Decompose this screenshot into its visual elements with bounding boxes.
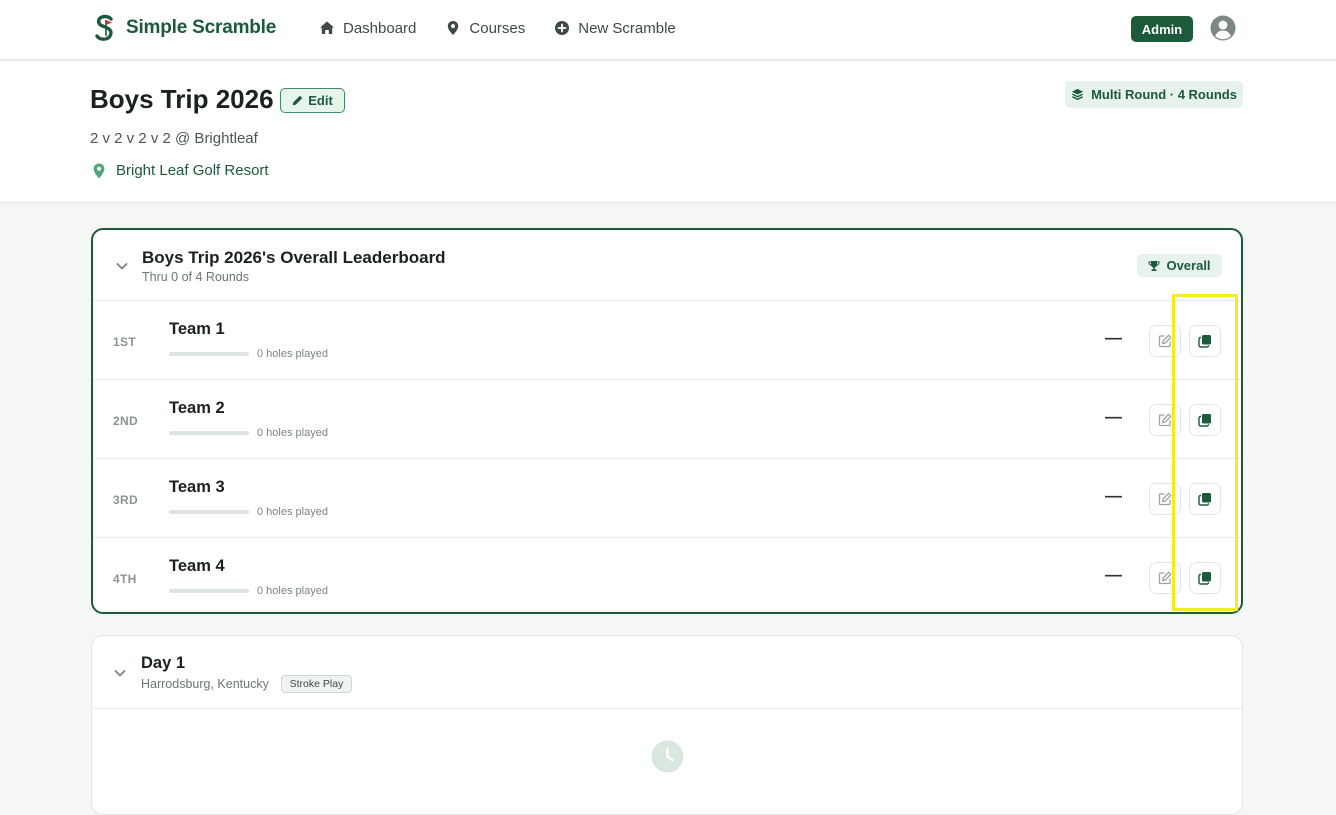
nav-link-dashboard[interactable]: Dashboard (319, 20, 416, 37)
map-pin-icon (93, 163, 105, 178)
team-row: 3RD Team 3 0 holes played — (93, 459, 1241, 538)
team-score: — (1105, 486, 1122, 505)
copy-link-button[interactable] (1189, 404, 1221, 436)
brand-logo-icon (95, 14, 113, 41)
edit-square-icon (1158, 492, 1172, 506)
multi-round-badge: Multi Round · 4 Rounds (1065, 81, 1243, 108)
edit-scores-button[interactable] (1149, 325, 1181, 357)
team-row: 4TH Team 4 0 holes played — (93, 538, 1241, 612)
chevron-down-icon[interactable] (113, 666, 127, 680)
event-header: Boys Trip 2026 Edit 2 v 2 v 2 v 2 @ Brig… (0, 61, 1336, 203)
clock-icon (651, 740, 684, 773)
holes-played: 0 holes played (257, 585, 328, 597)
edit-event-label: Edit (308, 93, 333, 108)
nav-link-courses[interactable]: Courses (445, 20, 525, 37)
copy-icon (1198, 493, 1211, 506)
copy-link-button[interactable] (1189, 562, 1221, 594)
admin-badge: Admin (1131, 16, 1193, 42)
copy-icon (1198, 414, 1211, 427)
holes-progress-bar (169, 431, 249, 435)
copy-icon (1198, 335, 1211, 348)
team-score: — (1105, 565, 1122, 584)
edit-scores-button[interactable] (1149, 562, 1181, 594)
round-title: Day 1 (141, 654, 186, 672)
team-row: 2ND Team 2 0 holes played — (93, 380, 1241, 459)
overall-badge-label: Overall (1166, 258, 1211, 273)
team-score: — (1105, 407, 1122, 426)
copy-icon (1198, 572, 1211, 585)
home-icon (320, 21, 334, 34)
plus-circle-icon (555, 21, 570, 35)
chevron-down-icon[interactable] (115, 259, 129, 273)
holes-played: 0 holes played (257, 427, 328, 439)
edit-event-button[interactable]: Edit (280, 88, 345, 113)
holes-played: 0 holes played (257, 348, 328, 360)
brand-name: Simple Scramble (126, 17, 277, 38)
brand[interactable]: Simple Scramble (92, 14, 276, 42)
copy-link-button[interactable] (1189, 325, 1221, 357)
nav-link-label: Courses (469, 19, 526, 37)
overall-leaderboard-card: Boys Trip 2026's Overall Leaderboard Thr… (91, 228, 1243, 614)
layers-icon (1071, 88, 1084, 101)
edit-scores-button[interactable] (1149, 483, 1181, 515)
holes-progress-bar (169, 510, 249, 514)
holes-progress-bar (169, 352, 249, 356)
overall-badge: Overall (1137, 254, 1222, 277)
pencil-icon (292, 95, 303, 106)
leaderboard-subtitle: Thru 0 of 4 Rounds (142, 270, 250, 284)
event-location-link[interactable]: Bright Leaf Golf Resort (92, 162, 269, 179)
copy-link-button[interactable] (1189, 483, 1221, 515)
nav-link-label: New Scramble (578, 19, 676, 37)
multi-round-label: Multi Round · 4 Rounds (1091, 87, 1237, 102)
team-row: 1ST Team 1 0 holes played — (93, 301, 1241, 380)
map-pin-icon (448, 21, 459, 35)
round-header[interactable]: Day 1 Harrodsburg, Kentucky Stroke Play (92, 636, 1242, 709)
edit-square-icon (1158, 413, 1172, 427)
nav-link-new-scramble[interactable]: New Scramble (554, 20, 676, 37)
team-name: Team 2 (169, 399, 225, 417)
event-subtitle: 2 v 2 v 2 v 2 @ Brightleaf (90, 130, 258, 147)
round-location: Harrodsburg, Kentucky (141, 677, 269, 691)
team-rank: 3RD (113, 493, 138, 507)
holes-progress-bar (169, 589, 249, 593)
team-score: — (1105, 328, 1122, 347)
event-location-label: Bright Leaf Golf Resort (116, 162, 269, 179)
round-card-day-1: Day 1 Harrodsburg, Kentucky Stroke Play (91, 635, 1243, 815)
edit-square-icon (1158, 571, 1172, 585)
user-avatar-icon[interactable] (1210, 15, 1236, 41)
leaderboard-title: Boys Trip 2026's Overall Leaderboard (142, 248, 446, 267)
top-navbar: Simple Scramble Dashboard Courses New Sc… (0, 0, 1336, 60)
team-rank: 4TH (113, 572, 137, 586)
team-rank: 1ST (113, 335, 136, 349)
edit-scores-button[interactable] (1149, 404, 1181, 436)
format-badge: Stroke Play (281, 675, 352, 693)
holes-played: 0 holes played (257, 506, 328, 518)
team-name: Team 4 (169, 557, 225, 575)
team-rank: 2ND (113, 414, 138, 428)
page-title: Boys Trip 2026 (90, 84, 274, 114)
nav-links: Dashboard Courses New Scramble (319, 18, 676, 38)
team-name: Team 1 (169, 320, 225, 338)
trophy-icon (1148, 260, 1160, 271)
edit-square-icon (1158, 334, 1172, 348)
leaderboard-header[interactable]: Boys Trip 2026's Overall Leaderboard Thr… (93, 230, 1241, 301)
team-name: Team 3 (169, 478, 225, 496)
nav-link-label: Dashboard (343, 19, 417, 37)
